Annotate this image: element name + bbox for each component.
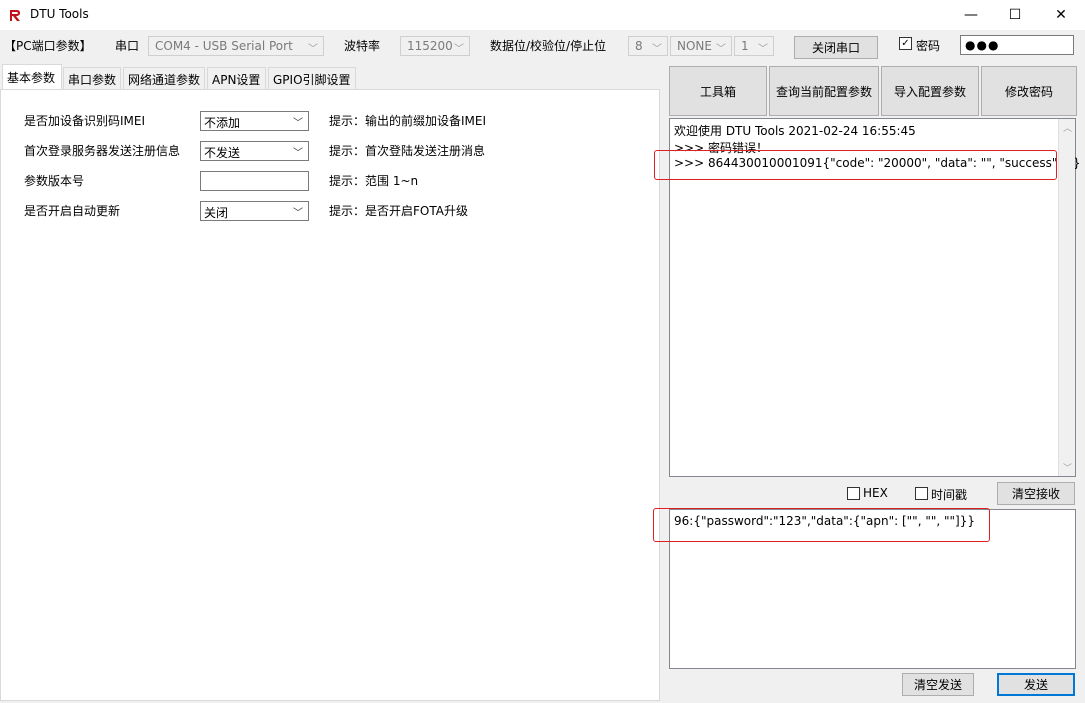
- baud-label: 波特率: [344, 39, 381, 53]
- register-hint: 提示：首次登陆发送注册消息: [329, 144, 486, 158]
- pc-port-params-label: 【PC端口参数】: [4, 39, 92, 53]
- send-button[interactable]: 发送: [997, 673, 1075, 696]
- highlight-box: [654, 150, 1057, 180]
- close-window-button[interactable]: ✕: [1038, 0, 1084, 30]
- chevron-down-icon: ﹀: [454, 44, 464, 55]
- param-version-label: 参数版本号: [24, 174, 85, 188]
- scroll-up-icon[interactable]: ︿: [1063, 121, 1072, 134]
- tab-serial-params[interactable]: 串口参数: [63, 67, 121, 89]
- tab-gpio-settings[interactable]: GPIO引脚设置: [268, 67, 356, 89]
- password-checkbox[interactable]: ✓: [899, 37, 912, 50]
- checkmark-icon: ✓: [901, 38, 910, 49]
- param-version-hint: 提示：范围 1~n: [329, 174, 419, 188]
- maximize-icon: ☐: [1008, 7, 1022, 23]
- timestamp-checkbox[interactable]: [915, 487, 928, 500]
- chevron-down-icon: ﹀: [293, 148, 303, 159]
- tab-network-channel-params[interactable]: 网络通道参数: [123, 67, 205, 89]
- imei-hint: 提示：输出的前缀加设备IMEI: [329, 114, 487, 128]
- import-config-button[interactable]: 导入配置参数: [881, 66, 979, 116]
- title-bar: DTU Tools — ☐ ✕: [0, 0, 1085, 30]
- chevron-down-icon: ﹀: [308, 44, 318, 55]
- password-field[interactable]: ●●●: [960, 35, 1074, 55]
- port-label: 串口: [115, 39, 140, 53]
- imei-label: 是否加设备识别码IMEI: [24, 114, 146, 128]
- chevron-down-icon: ﹀: [716, 44, 726, 55]
- receive-scrollbar[interactable]: ︿ ﹀: [1058, 119, 1075, 476]
- timestamp-label: 时间戳: [931, 488, 968, 502]
- port-select[interactable]: COM4 - USB Serial Port ﹀: [148, 36, 324, 56]
- clear-send-button[interactable]: 清空发送: [902, 673, 974, 696]
- clear-receive-button[interactable]: 清空接收: [997, 482, 1075, 505]
- imei-select[interactable]: 不添加 ﹀: [200, 111, 309, 131]
- chevron-down-icon: ﹀: [293, 118, 303, 129]
- close-port-button[interactable]: 关闭串口: [794, 36, 878, 59]
- register-label: 首次登录服务器发送注册信息: [24, 144, 181, 158]
- app-logo-icon: [10, 10, 20, 21]
- param-version-input[interactable]: [200, 171, 309, 191]
- chevron-down-icon: ﹀: [758, 44, 768, 55]
- log-line: 欢迎使用 DTU Tools 2021-02-24 16:55:45: [674, 124, 916, 138]
- chevron-down-icon: ﹀: [293, 208, 303, 219]
- password-checkbox-label: 密码: [916, 39, 941, 53]
- highlight-box: [653, 508, 990, 542]
- close-icon: ✕: [1055, 7, 1067, 23]
- minimize-button[interactable]: —: [948, 0, 994, 30]
- tab-apn-settings[interactable]: APN设置: [207, 67, 266, 89]
- tab-basic-params[interactable]: 基本参数: [2, 64, 62, 90]
- auto-update-label: 是否开启自动更新: [24, 204, 121, 218]
- auto-update-hint: 提示：是否开启FOTA升级: [329, 204, 468, 218]
- window-title: DTU Tools: [30, 7, 89, 21]
- parity-select[interactable]: NONE ﹀: [670, 36, 732, 56]
- stopbits-select[interactable]: 1 ﹀: [734, 36, 774, 56]
- toolbox-button[interactable]: 工具箱: [669, 66, 767, 116]
- hex-checkbox[interactable]: [847, 487, 860, 500]
- baud-select[interactable]: 115200 ﹀: [400, 36, 470, 56]
- maximize-button[interactable]: ☐: [992, 0, 1038, 30]
- register-select[interactable]: 不发送 ﹀: [200, 141, 309, 161]
- hex-label: HEX: [863, 486, 888, 500]
- databits-select[interactable]: 8 ﹀: [628, 36, 668, 56]
- auto-update-select[interactable]: 关闭 ﹀: [200, 201, 309, 221]
- chevron-down-icon: ﹀: [652, 44, 662, 55]
- change-password-button[interactable]: 修改密码: [981, 66, 1077, 116]
- minimize-icon: —: [964, 7, 978, 23]
- data-format-label: 数据位/校验位/停止位: [490, 39, 607, 53]
- scroll-down-icon[interactable]: ﹀: [1063, 461, 1072, 474]
- query-config-button[interactable]: 查询当前配置参数: [769, 66, 879, 116]
